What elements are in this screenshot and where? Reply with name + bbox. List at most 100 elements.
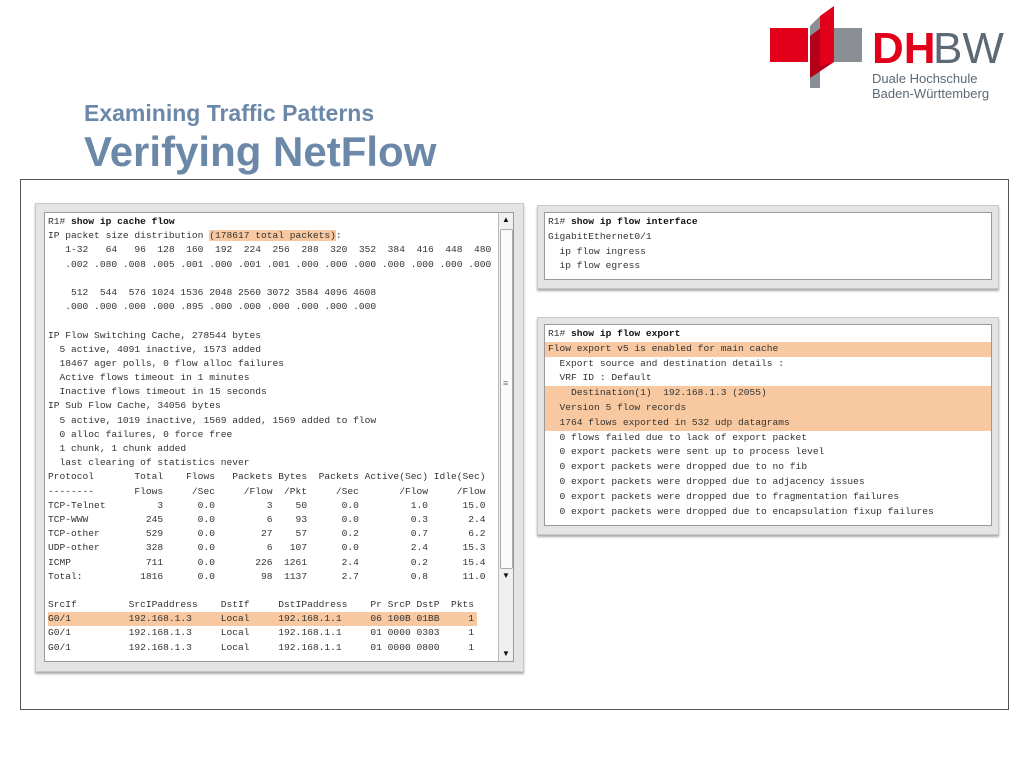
slide-title: Verifying NetFlow (84, 128, 437, 175)
output-text: TCP-other 529 0.0 27 57 0.2 0.7 6.2 (48, 528, 486, 540)
cache-flow-scrollbar[interactable]: ▲ ≡ ▼ ▼ (498, 213, 513, 661)
output-text: GigabitEthernet0/1 (548, 230, 652, 242)
terminal-line: Version 5 flow records (545, 400, 991, 416)
output-text: .002 .080 .008 .005 .001 .000 .001 .001 … (48, 258, 492, 270)
output-text: SrcIf SrcIPaddress DstIf DstIPaddress Pr… (48, 599, 475, 611)
terminal-line: .002 .080 .008 .005 .001 .000 .001 .001 … (48, 258, 497, 272)
terminal-line: 5 active, 4091 inactive, 1573 added (48, 343, 497, 357)
output-text: last clearing of statistics never (48, 457, 250, 469)
terminal-line: 1-32 64 96 128 160 192 224 256 288 320 3… (48, 243, 497, 257)
logo-line1: Duale Hochschule (872, 71, 978, 86)
output-text: : (335, 230, 342, 242)
terminal-line: 1 chunk, 1 chunk added (48, 442, 497, 456)
flow-interface-output: R1# show ip flow interface GigabitEtherne… (548, 215, 991, 274)
terminal-line: ip flow egress (548, 259, 991, 274)
output-text: R1# (548, 328, 572, 339)
output-text: Export source and destination details : (548, 357, 785, 369)
flow-export-output: R1# show ip flow export Flow export v5 is… (545, 327, 991, 519)
terminal-line: GigabitEthernet0/1 (548, 230, 991, 245)
terminal-line (48, 314, 497, 328)
output-text: Inactive flows timeout in 15 seconds (48, 386, 267, 398)
scroll-down-icon[interactable]: ▼ (499, 647, 513, 661)
output-text: 5 active, 4091 inactive, 1573 added (48, 343, 262, 355)
output-text: IP Sub Flow Cache, 34056 bytes (48, 400, 221, 412)
flow-table-row: G0/1 192.168.1.3 Local 192.168.1.1 01 00… (48, 626, 497, 640)
terminal-line: R1# show ip flow export (545, 327, 991, 342)
slide-subtitle: Examining Traffic Patterns (84, 100, 375, 126)
svg-text:DH: DH (872, 24, 936, 73)
output-text: 1764 flows exported in 532 udp datagrams (548, 416, 790, 428)
command-text: show ip cache flow (71, 216, 175, 227)
protocol-table-row: Total: 1816 0.0 98 1137 2.7 0.8 11.0 (48, 570, 497, 584)
output-text: Protocol Total Flows Packets Bytes Packe… (48, 471, 486, 483)
terminal-line: IP packet size distribution (178617 tota… (48, 229, 497, 243)
flow-interface-terminal: R1# show ip flow interface GigabitEtherne… (544, 212, 992, 280)
terminal-line: last clearing of statistics never (48, 456, 497, 470)
flow-table-row: G0/1 192.168.1.3 Local 192.168.1.1 06 10… (48, 612, 478, 627)
protocol-table-row: ICMP 711 0.0 226 1261 2.4 0.2 15.4 (48, 556, 497, 570)
terminal-line: 0 export packets were sent up to process… (545, 445, 991, 460)
terminal-line: Export source and destination details : (545, 357, 991, 372)
output-text: IP packet size distribution (48, 230, 210, 242)
terminal-line: R1# show ip flow interface (548, 215, 991, 230)
grip-icon: ≡ (503, 378, 509, 388)
scroll-down-icon[interactable]: ▼ (499, 569, 513, 583)
output-text: TCP-Telnet 3 0.0 3 50 0.0 1.0 15.0 (48, 499, 486, 511)
output-text: 18467 ager polls, 0 flow alloc failures (48, 357, 285, 369)
output-text: UDP-other 328 0.0 6 107 0.0 2.4 15.3 (48, 542, 486, 554)
svg-text:BW: BW (933, 24, 1004, 73)
protocol-table-row: TCP-Telnet 3 0.0 3 50 0.0 1.0 15.0 (48, 499, 497, 513)
output-text: 0 export packets were sent up to process… (548, 446, 825, 458)
dhbw-logo: DH BW Duale Hochschule Baden-Württemberg (770, 6, 1004, 101)
output-text: G0/1 192.168.1.3 Local 192.168.1.1 06 10… (48, 613, 475, 625)
cache-flow-panel: R1# show ip cache flow IP packet size dis… (35, 203, 524, 672)
output-text: 5 active, 1019 inactive, 1569 added, 156… (48, 414, 377, 426)
terminal-line: 0 export packets were dropped due to adj… (545, 475, 991, 490)
cache-flow-output: R1# show ip cache flow IP packet size dis… (48, 215, 497, 655)
output-text: Destination(1) 192.168.1.3 (2055) (548, 387, 767, 399)
flow-interface-panel: R1# show ip flow interface GigabitEtherne… (537, 205, 999, 289)
terminal-line: 0 export packets were dropped due to no … (545, 460, 991, 475)
terminal-line: IP Sub Flow Cache, 34056 bytes (48, 399, 497, 413)
flow-export-terminal: R1# show ip flow export Flow export v5 is… (544, 324, 992, 526)
terminal-line: VRF ID : Default (545, 371, 991, 386)
terminal-line: 1764 flows exported in 532 udp datagrams (545, 415, 991, 431)
protocol-table-row: UDP-other 328 0.0 6 107 0.0 2.4 15.3 (48, 541, 497, 555)
output-text: IP Flow Switching Cache, 278544 bytes (48, 329, 262, 341)
terminal-line: IP Flow Switching Cache, 278544 bytes (48, 329, 497, 343)
output-text: G0/1 192.168.1.3 Local 192.168.1.1 01 00… (48, 627, 475, 639)
output-text: Active flows timeout in 1 minutes (48, 372, 250, 384)
terminal-line: ip flow ingress (548, 245, 991, 260)
output-text: 0 export packets were dropped due to adj… (548, 475, 865, 487)
terminal-line: Destination(1) 192.168.1.3 (2055) (545, 386, 991, 401)
scrollbar-thumb[interactable]: ≡ (500, 229, 513, 569)
command-text: show ip flow export (571, 328, 681, 339)
terminal-line: 18467 ager polls, 0 flow alloc failures (48, 357, 497, 371)
terminal-line (48, 272, 497, 286)
output-text: G0/1 192.168.1.3 Local 192.168.1.1 01 00… (48, 641, 475, 653)
terminal-line: 0 flows failed due to lack of export pac… (545, 431, 991, 446)
terminal-line: 0 export packets were dropped due to fra… (545, 490, 991, 505)
highlighted-text: (178617 total packets) (209, 230, 336, 242)
protocol-table-row: TCP-other 529 0.0 27 57 0.2 0.7 6.2 (48, 527, 497, 541)
terminal-line: 0 alloc failures, 0 force free (48, 428, 497, 442)
output-text: ICMP 711 0.0 226 1261 2.4 0.2 15.4 (48, 556, 486, 568)
scroll-up-icon[interactable]: ▲ (499, 213, 513, 227)
output-text: ip flow egress (548, 260, 641, 272)
output-text: -------- Flows /Sec /Flow /Pkt /Sec /Flo… (48, 485, 486, 497)
output-text: 0 export packets were dropped due to fra… (548, 490, 900, 502)
output-text: VRF ID : Default (548, 372, 652, 384)
output-text: R1# (548, 216, 572, 227)
output-text: .000 .000 .000 .000 .895 .000 .000 .000 … (48, 301, 377, 313)
output-text: ip flow ingress (548, 245, 646, 257)
terminal-line: 512 544 576 1024 1536 2048 2560 3072 358… (48, 286, 497, 300)
terminal-line: Inactive flows timeout in 15 seconds (48, 385, 497, 399)
command-text: show ip flow interface (571, 216, 698, 227)
terminal-line: .000 .000 .000 .000 .895 .000 .000 .000 … (48, 300, 497, 314)
output-text: 0 flows failed due to lack of export pac… (548, 431, 808, 443)
logo-line2: Baden-Württemberg (872, 86, 989, 101)
terminal-line: Flow export v5 is enabled for main cache (545, 341, 991, 357)
